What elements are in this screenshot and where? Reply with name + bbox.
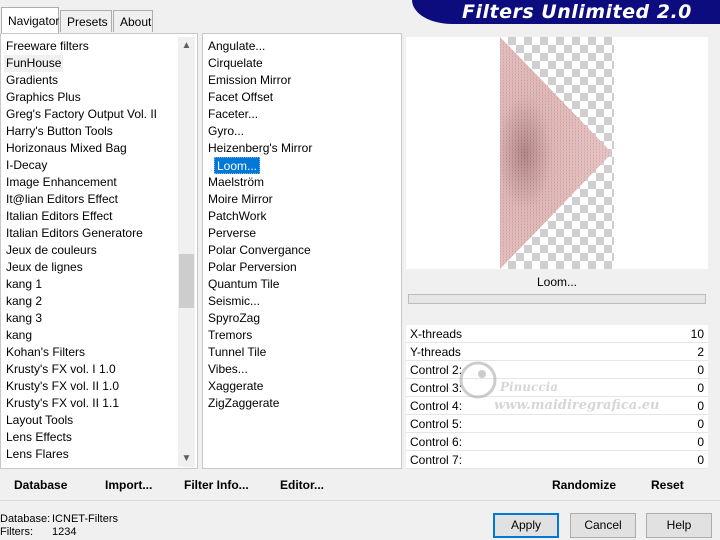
filter-item[interactable]: Xaggerate bbox=[208, 378, 263, 395]
category-item[interactable]: kang 2 bbox=[6, 293, 42, 310]
tab-about[interactable]: About bbox=[113, 10, 153, 32]
control-row[interactable]: Control 2: 0 bbox=[406, 361, 708, 379]
editor-button[interactable]: Editor... bbox=[280, 476, 324, 494]
category-item[interactable]: Image Enhancement bbox=[6, 174, 117, 191]
control-row[interactable]: Y-threads 2 bbox=[406, 343, 708, 361]
help-button[interactable]: Help bbox=[646, 513, 712, 538]
category-item[interactable]: Italian Editors Generatore bbox=[6, 225, 143, 242]
category-item[interactable]: Jeux de couleurs bbox=[6, 242, 97, 259]
category-item[interactable]: kang bbox=[6, 327, 32, 344]
category-item[interactable]: Layout Tools bbox=[6, 412, 73, 429]
filter-item[interactable]: ZigZaggerate bbox=[208, 395, 279, 412]
control-value[interactable]: 0 bbox=[697, 453, 704, 467]
control-row[interactable]: Control 5: 0 bbox=[406, 415, 708, 433]
category-item[interactable]: Freeware filters bbox=[6, 38, 89, 55]
control-label: Control 5: bbox=[410, 417, 463, 431]
control-value[interactable]: 0 bbox=[697, 435, 704, 449]
database-button[interactable]: Database bbox=[14, 476, 67, 494]
scroll-down-icon[interactable]: ▼ bbox=[178, 450, 195, 467]
category-item[interactable]: Krusty's FX vol. I 1.0 bbox=[6, 361, 116, 378]
category-item[interactable]: FunHouse bbox=[4, 55, 64, 72]
app-title: Filters Unlimited 2.0 bbox=[462, 1, 692, 23]
filter-item[interactable]: Seismic... bbox=[208, 293, 260, 310]
category-item[interactable]: Horizonaus Mixed Bag bbox=[6, 140, 127, 157]
filter-item[interactable]: Emission Mirror bbox=[208, 72, 291, 89]
watermark-site: www.maidiregrafica.eu bbox=[494, 398, 660, 413]
control-label: Control 7: bbox=[410, 453, 463, 467]
control-value[interactable]: 0 bbox=[697, 381, 704, 395]
randomize-button[interactable]: Randomize bbox=[552, 476, 616, 494]
category-item[interactable]: Jeux de lignes bbox=[6, 259, 83, 276]
control-label: Y-threads bbox=[410, 345, 461, 359]
control-row[interactable]: Control 6: 0 bbox=[406, 433, 708, 451]
category-item[interactable]: Kohan's Filters bbox=[6, 344, 85, 361]
category-scrollbar[interactable]: ▲ ▼ bbox=[178, 37, 195, 467]
reset-button[interactable]: Reset bbox=[651, 476, 684, 494]
control-row[interactable]: Control 7: 0 bbox=[406, 451, 708, 469]
watermark-name: Pinuccia bbox=[500, 380, 558, 394]
scroll-thumb[interactable] bbox=[179, 254, 194, 308]
filter-item[interactable]: Heizenberg's Mirror bbox=[208, 140, 312, 157]
category-list[interactable]: Freeware filters FunHouse Gradients Graphic… bbox=[0, 33, 198, 469]
control-value[interactable]: 2 bbox=[697, 345, 704, 359]
filter-item[interactable]: SpyroZag bbox=[208, 310, 260, 327]
status-filters-label: Filters: bbox=[0, 526, 33, 538]
filter-list[interactable]: Angulate... Cirquelate Emission Mirror Face… bbox=[202, 33, 402, 469]
category-item[interactable]: Gradients bbox=[6, 72, 58, 89]
category-item[interactable]: Lens Effects bbox=[6, 429, 72, 446]
divider bbox=[0, 500, 720, 501]
category-item[interactable]: Greg's Factory Output Vol. II bbox=[6, 106, 157, 123]
filter-item[interactable]: PatchWork bbox=[208, 208, 266, 225]
control-label: Control 6: bbox=[410, 435, 463, 449]
tab-navigator[interactable]: Navigator bbox=[1, 7, 59, 33]
control-label: X-threads bbox=[410, 327, 463, 341]
filter-item[interactable]: Cirquelate bbox=[208, 55, 263, 72]
cancel-button[interactable]: Cancel bbox=[570, 513, 636, 538]
filter-item[interactable]: Moire Mirror bbox=[208, 191, 273, 208]
category-item[interactable]: kang 1 bbox=[6, 276, 42, 293]
filter-item[interactable]: Faceter... bbox=[208, 106, 258, 123]
progress-bar bbox=[408, 294, 706, 304]
category-item[interactable]: Krusty's FX vol. II 1.1 bbox=[6, 395, 119, 412]
control-row[interactable]: X-threads 10 bbox=[406, 325, 708, 343]
control-value[interactable]: 0 bbox=[697, 417, 704, 431]
filter-info-button[interactable]: Filter Info... bbox=[184, 476, 249, 494]
filter-item[interactable]: Polar Convergance bbox=[208, 242, 311, 259]
category-item[interactable]: kang 3 bbox=[6, 310, 42, 327]
filter-item[interactable]: Perverse bbox=[208, 225, 256, 242]
tab-presets[interactable]: Presets bbox=[60, 10, 112, 32]
filter-item[interactable]: Gyro... bbox=[208, 123, 244, 140]
watermark-logo-icon bbox=[459, 361, 497, 399]
filter-item[interactable]: Maelström bbox=[208, 174, 264, 191]
control-label: Control 4: bbox=[410, 399, 463, 413]
category-item[interactable]: Krusty's FX vol. II 1.0 bbox=[6, 378, 119, 395]
apply-button[interactable]: Apply bbox=[493, 513, 559, 538]
control-value[interactable]: 0 bbox=[697, 399, 704, 413]
preview-image bbox=[500, 37, 612, 269]
status-filters-value: 1234 bbox=[52, 526, 77, 538]
filter-item[interactable]: Polar Perversion bbox=[208, 259, 297, 276]
filter-item[interactable]: Vibes... bbox=[208, 361, 248, 378]
status-database-value: ICNET-Filters bbox=[52, 513, 118, 525]
category-item[interactable]: Italian Editors Effect bbox=[6, 208, 113, 225]
filter-item[interactable]: Angulate... bbox=[208, 38, 265, 55]
control-label: Control 2: bbox=[410, 363, 463, 377]
filter-item[interactable]: Tunnel Tile bbox=[208, 344, 266, 361]
filter-item[interactable]: Quantum Tile bbox=[208, 276, 279, 293]
category-item[interactable]: I-Decay bbox=[6, 157, 47, 174]
control-label: Control 3: bbox=[410, 381, 463, 395]
category-item[interactable]: Harry's Button Tools bbox=[6, 123, 113, 140]
current-filter-name: Loom... bbox=[406, 271, 708, 293]
control-value[interactable]: 10 bbox=[691, 327, 704, 341]
filter-item[interactable]: Loom... bbox=[214, 157, 261, 174]
scroll-up-icon[interactable]: ▲ bbox=[178, 37, 195, 54]
control-value[interactable]: 0 bbox=[697, 363, 704, 377]
category-item[interactable]: Lens Flares bbox=[6, 446, 69, 463]
import-button[interactable]: Import... bbox=[105, 476, 152, 494]
status-database-label: Database: bbox=[0, 513, 51, 525]
filter-item[interactable]: Tremors bbox=[208, 327, 252, 344]
category-item[interactable]: It@lian Editors Effect bbox=[6, 191, 118, 208]
filter-item[interactable]: Facet Offset bbox=[208, 89, 273, 106]
category-item[interactable]: Graphics Plus bbox=[6, 89, 81, 106]
